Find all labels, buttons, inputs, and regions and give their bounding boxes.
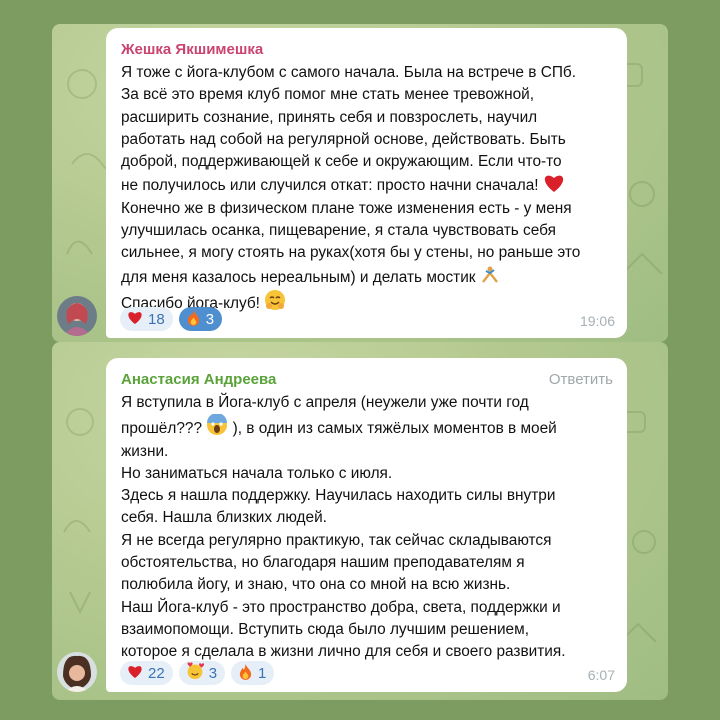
chat-background-1: Жешка Якшимешка Я тоже с йога-клубом с с… [52,24,668,342]
reaction-fire[interactable]: 3 [178,307,223,331]
reactions-bar: 18 3 [120,307,223,331]
message-line: расширить сознание, принять себя и повзр… [121,108,538,126]
message-line: Но заниматься начала только с июля. [121,464,393,482]
message-line: работать над собой на регулярной основе,… [121,130,566,148]
reaction-count: 22 [148,664,165,682]
message-bubble[interactable]: Жешка Якшимешка Я тоже с йога-клубом с с… [106,28,627,338]
smiling-hearts-icon [186,662,204,684]
avatar[interactable] [57,296,97,336]
message-line-text: ), в один из самых тяжёлых моментов в мо… [232,420,557,438]
message-bubble[interactable]: Анастасия Андреева Ответить Я вступила в… [106,358,627,692]
message-author[interactable]: Жешка Якшимешка [121,40,613,60]
hugging-face-emoji-icon [265,289,286,310]
heart-icon [127,664,143,683]
heart-emoji-icon [544,176,563,193]
message-line: для меня казалось нереальным) и делать м… [121,265,613,289]
reaction-heart[interactable]: 18 [120,307,173,331]
screenshot-frame: Жешка Якшимешка Я тоже с йога-клубом с с… [0,0,720,720]
reaction-count: 18 [148,310,165,328]
message-line: За всё это время клуб помог мне стать ме… [121,86,535,104]
message-line: себя. Нашла близких людей. [121,509,327,527]
message-line: жизни. [121,442,169,460]
message-line: прошёл??? ), в один из самых тяжёлых мом… [121,414,613,440]
message-line: Я не всегда регулярно практикую, так сей… [121,531,552,549]
message-line: Здесь я нашла поддержку. Научилась наход… [121,487,556,505]
message-line: полюбила йогу, и знаю, что она со мной н… [121,576,511,594]
reactions-bar: 22 3 1 [120,661,275,685]
gymnast-emoji-icon [481,266,498,283]
message-line: Я вступила в Йога-клуб с апреля (неужели… [121,394,529,411]
message-time: 6:07 [587,667,615,683]
reply-button[interactable]: Ответить [549,370,613,390]
message-line-text: не получилось или случился откат: просто… [121,177,539,195]
message-line: Конечно же в физическом плане тоже измен… [121,199,572,217]
message-line: не получилось или случился откат: просто… [121,173,613,197]
chat-background-2: Анастасия Андреева Ответить Я вступила в… [52,342,668,700]
message-text: Я тоже с йога-клубом с самого начала. Бы… [121,62,613,315]
reaction-count: 1 [258,664,267,682]
reaction-count: 3 [208,664,218,682]
message-line: улучшилась осанка, пищеварение, я стала … [121,222,556,240]
message-line: доброй, поддерживающей к себе и окружающ… [121,153,562,171]
avatar[interactable] [57,652,97,692]
fire-icon [186,309,201,330]
message-author[interactable]: Анастасия Андреева [121,370,613,390]
reaction-smiling-hearts[interactable]: 3 [178,661,226,685]
message-line: сильнее, я могу стоять на руках(хотя бы … [121,244,581,262]
message-line: обстоятельства, но благодаря нашим препо… [121,554,525,572]
message-line-text: для меня казалось нереальным) и делать м… [121,268,476,286]
screaming-face-emoji-icon [207,414,228,436]
message-line: Я тоже с йога-клубом с самого начала. Бы… [121,64,576,81]
fire-icon [238,663,253,684]
message-text: Я вступила в Йога-клуб с апреля (неужели… [121,392,613,664]
heart-icon [127,310,143,329]
reaction-fire[interactable]: 1 [231,661,275,685]
reaction-count: 3 [205,310,215,328]
message-time: 19:06 [579,313,615,329]
message-line-text: прошёл??? [121,420,203,438]
message-line: взаимопомощи. Вступить сюда было лучшим … [121,620,529,638]
reaction-heart[interactable]: 22 [120,661,173,685]
message-line: Наш Йога-клуб - это пространство добра, … [121,598,561,616]
